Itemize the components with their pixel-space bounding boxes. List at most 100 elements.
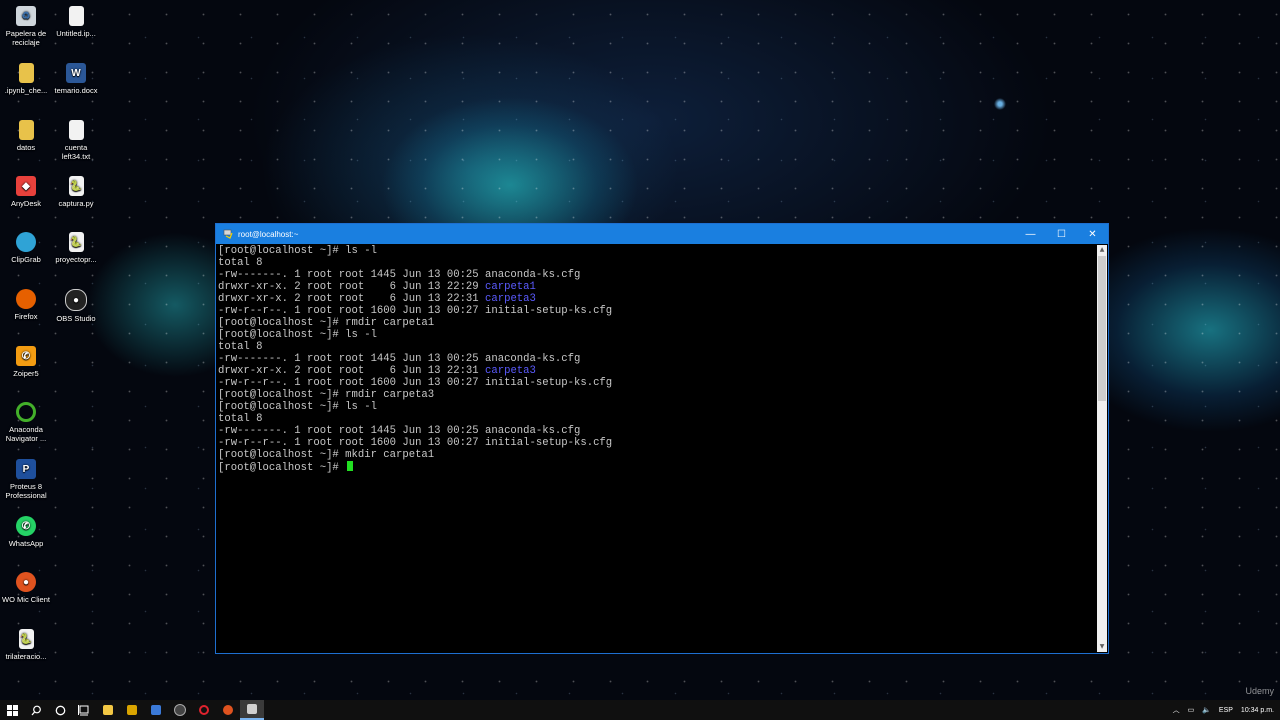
terminal-line-text: drwxr-xr-x. 2 root root 6 Jun 13 22:31	[218, 365, 486, 377]
word-document-icon: W	[66, 63, 86, 83]
terminal-line-text: -rw-r--r--. 1 root root 1600 Jun 13 00:2…	[218, 377, 613, 389]
network-icon[interactable]: ▭	[1188, 706, 1195, 714]
terminal-prompt: [root@localhost ~]#	[218, 462, 346, 474]
desktop-icon-ipynb[interactable]: .ipynb_che...	[0, 63, 52, 95]
desktop-icon-obs[interactable]: ● OBS Studio	[50, 289, 102, 323]
desktop-icon-proteus[interactable]: P Proteus 8 Professional	[0, 459, 52, 500]
folder-icon	[103, 705, 113, 715]
taskbar-obs[interactable]	[168, 700, 192, 720]
desktop-icon-label: temario.docx	[54, 86, 98, 95]
task-view-button[interactable]	[72, 700, 96, 720]
python-file-icon: 🐍	[18, 629, 34, 649]
terminal-line-text: [root@localhost ~]# mkdir carpeta1	[218, 449, 435, 461]
terminal-line: -rw-r--r--. 1 root root 1600 Jun 13 00:2…	[218, 305, 1096, 317]
desktop-icon-anydesk[interactable]: ◆ AnyDesk	[0, 176, 52, 208]
desktop-icon-label: cuenta left34.txt	[61, 143, 91, 161]
terminal-line-text: -rw-r--r--. 1 root root 1600 Jun 13 00:2…	[218, 437, 613, 449]
cortana-button[interactable]	[48, 700, 72, 720]
desktop-icon-label: WhatsApp	[8, 539, 44, 548]
proteus-icon: P	[16, 459, 36, 479]
desktop-icon-untitled[interactable]: Untitled.ip...	[50, 6, 102, 38]
desktop-icon-anaconda[interactable]: Anaconda Navigator ...	[0, 402, 52, 443]
desktop-icon-papelera[interactable]: ♻ Papelera de reciclaje	[0, 6, 52, 47]
terminal-line: [root@localhost ~]# ls -l	[218, 245, 1096, 257]
desktop-icon-label: OBS Studio	[56, 314, 96, 323]
app-icon	[151, 705, 161, 715]
terminal-prompt-line[interactable]: [root@localhost ~]#	[218, 461, 1096, 474]
terminal-line: [root@localhost ~]# mkdir carpeta1	[218, 449, 1096, 461]
desktop-icon-zoiper[interactable]: ✆ Zoiper5	[0, 346, 52, 378]
obs-studio-icon	[174, 704, 186, 716]
search-button[interactable]	[24, 700, 48, 720]
desktop-icon-label: AnyDesk	[10, 199, 41, 208]
terminal-output[interactable]: [root@localhost ~]# ls -l total 8 -rw-----…	[217, 245, 1096, 652]
terminal-window[interactable]: root@localhost:~ — ☐ ✕ [root@localhost ~…	[215, 223, 1109, 654]
microphone-icon	[223, 705, 233, 715]
taskbar-app-blue[interactable]	[144, 700, 168, 720]
minimize-button[interactable]: —	[1015, 224, 1046, 244]
terminal-line-text: total 8	[218, 341, 263, 353]
start-button[interactable]	[0, 700, 24, 720]
terminal-line: [root@localhost ~]# rmdir carpeta3	[218, 389, 1096, 401]
terminal-line: -rw-------. 1 root root 1445 Jun 13 00:2…	[218, 269, 1096, 281]
desktop-icon-label: trilateracio...	[5, 652, 47, 661]
terminal-line-text: total 8	[218, 257, 263, 269]
terminal-line: -rw-------. 1 root root 1445 Jun 13 00:2…	[218, 353, 1096, 365]
terminal-line-text: total 8	[218, 413, 263, 425]
desktop-icon-temario[interactable]: W temario.docx	[50, 63, 102, 95]
desktop-icon-datos[interactable]: datos	[0, 120, 52, 152]
obs-studio-icon: ●	[65, 289, 87, 311]
desktop-icon-womic[interactable]: ● WO Mic Client	[0, 572, 52, 604]
taskbar-file-explorer[interactable]	[96, 700, 120, 720]
scroll-down-icon[interactable]: ▼	[1097, 642, 1107, 652]
cortana-circle-icon	[55, 705, 65, 715]
volume-icon[interactable]: 🔈	[1202, 706, 1211, 714]
whatsapp-icon: ✆	[16, 516, 36, 536]
chevron-up-icon[interactable]: ︿	[1173, 705, 1180, 715]
desktop-icon-label: Proteus 8 Professional	[5, 482, 47, 500]
terminal-cursor	[347, 461, 354, 471]
taskbar-opera[interactable]	[192, 700, 216, 720]
terminal-line-text: [root@localhost ~]# rmdir carpeta1	[218, 317, 435, 329]
window-title: root@localhost:~	[238, 229, 299, 239]
putty-icon	[222, 228, 234, 240]
opera-icon	[199, 705, 209, 715]
clock[interactable]: 10:34 p.m.	[1241, 707, 1274, 714]
desktop-icon-label: Papelera de reciclaje	[5, 29, 47, 47]
desktop-icon-captura[interactable]: 🐍 captura.py	[50, 176, 102, 208]
desktop-icon-label: datos	[16, 143, 36, 152]
folder-icon	[18, 120, 34, 140]
terminal-line: total 8	[218, 257, 1096, 269]
terminal-line: total 8	[218, 341, 1096, 353]
scrollbar-thumb[interactable]	[1098, 256, 1106, 401]
scroll-up-icon[interactable]: ▲	[1097, 245, 1107, 255]
windows-logo-icon	[6, 704, 18, 716]
firefox-icon	[16, 289, 36, 309]
title-bar[interactable]: root@localhost:~ — ☐ ✕	[216, 224, 1108, 244]
taskbar-putty[interactable]	[240, 700, 264, 720]
putty-icon	[247, 704, 257, 714]
python-file-icon: 🐍	[68, 232, 84, 252]
desktop-icon-label: Firefox	[14, 312, 38, 321]
taskbar-wo-mic[interactable]	[216, 700, 240, 720]
desktop-icon-whatsapp[interactable]: ✆ WhatsApp	[0, 516, 52, 548]
close-button[interactable]: ✕	[1077, 224, 1108, 244]
language-indicator[interactable]: ESP	[1219, 707, 1233, 714]
terminal-line: -rw-r--r--. 1 root root 1600 Jun 13 00:2…	[218, 437, 1096, 449]
desktop-icon-trilateracion[interactable]: 🐍 trilateracio...	[0, 629, 52, 661]
desktop-icon-firefox[interactable]: Firefox	[0, 289, 52, 321]
taskbar: ︿ ▭ 🔈 ESP 10:34 p.m.	[0, 700, 1280, 720]
desktop-icon-clipgrab[interactable]: ClipGrab	[0, 232, 52, 264]
maximize-button[interactable]: ☐	[1046, 224, 1077, 244]
taskbar-app-yellow[interactable]	[120, 700, 144, 720]
vertical-scrollbar[interactable]: ▲ ▼	[1097, 245, 1107, 652]
terminal-line-text: [root@localhost ~]# ls -l	[218, 329, 377, 341]
terminal-line-text: -rw-------. 1 root root 1445 Jun 13 00:2…	[218, 425, 581, 437]
terminal-line: total 8	[218, 413, 1096, 425]
terminal-line: drwxr-xr-x. 2 root root 6 Jun 13 22:31 c…	[218, 365, 1096, 377]
desktop-icon-proyectopr[interactable]: 🐍 proyectopr...	[50, 232, 102, 264]
app-icon	[127, 705, 137, 715]
desktop-icon-cuenta[interactable]: cuenta left34.txt	[50, 120, 102, 161]
directory-name: carpeta3	[485, 293, 536, 305]
desktop-icon-label: Anaconda Navigator ...	[5, 425, 47, 443]
